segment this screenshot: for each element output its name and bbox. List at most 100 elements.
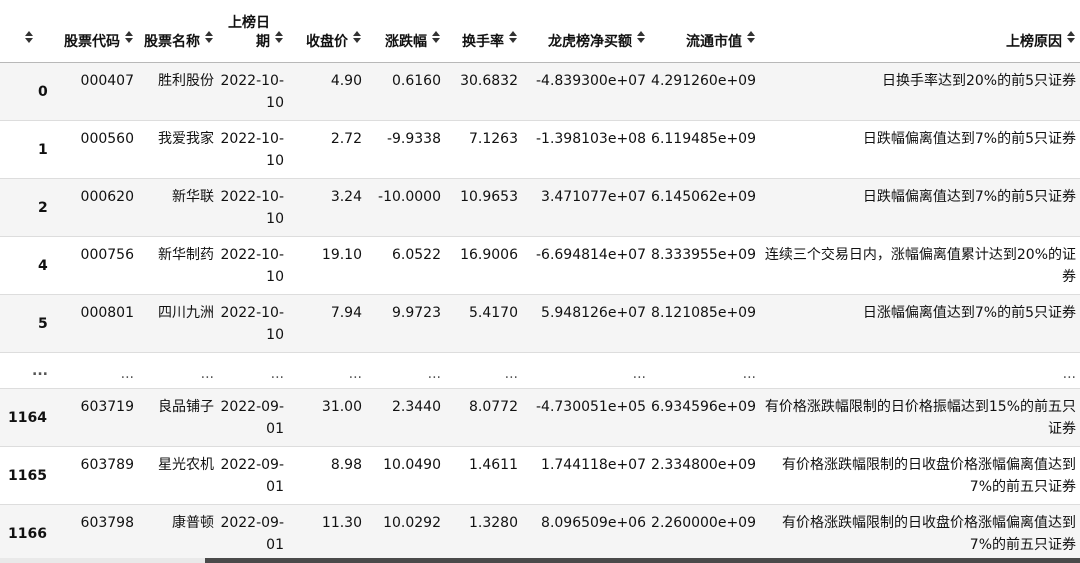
cell-code: 000801 (80, 305, 134, 321)
sort-updown-icon[interactable] (24, 30, 34, 44)
cell-reason: 日涨幅偏离值达到7%的前5只证券 (862, 305, 1076, 321)
column-header-reason[interactable]: 上榜原因 (760, 0, 1080, 63)
cell-net_buy: 5.948126e+07 (541, 305, 646, 321)
ellipsis-cell: ... (632, 366, 646, 382)
table-body: 0 000407 胜利股份 2022-10-10 4.90 0.6160 30.6832 -4… (0, 62, 1080, 563)
cell-close: 11.30 (321, 515, 362, 531)
ellipsis-cell: ... (270, 366, 284, 382)
column-header-label: 上榜原因 (1006, 34, 1062, 50)
cell-name: 良品铺子 (158, 399, 214, 415)
cell-turnover: 10.9653 (460, 189, 518, 205)
ellipsis-cell: ... (504, 366, 518, 382)
ellipsis-row: .............................. (0, 352, 1080, 389)
column-header-label: 换手率 (462, 34, 504, 50)
sort-updown-icon[interactable] (204, 30, 214, 44)
cell-turnover: 1.3280 (469, 515, 518, 531)
column-header-close[interactable]: 收盘价 (288, 0, 366, 63)
cell-turnover: 8.0772 (469, 399, 518, 415)
column-header-name[interactable]: 股票名称 (138, 0, 218, 63)
cell-turnover: 30.6832 (460, 73, 518, 89)
row-index: 5 (38, 315, 48, 332)
cell-date: 2022-09-01 (220, 515, 284, 553)
column-header-net_buy[interactable]: 龙虎榜净买额 (522, 0, 650, 63)
column-header-change[interactable]: 涨跌幅 (366, 0, 445, 63)
table-row[interactable]: 1 000560 我爱我家 2022-10-10 2.72 -9.9338 7.1263 -1… (0, 121, 1080, 179)
cell-change: -10.0000 (378, 189, 441, 205)
cell-date: 2022-10-10 (220, 131, 284, 169)
cell-turnover: 7.1263 (469, 131, 518, 147)
ellipsis-cell: ... (742, 366, 756, 382)
column-header-turnover[interactable]: 换手率 (445, 0, 522, 63)
sort-updown-icon[interactable] (1066, 30, 1076, 44)
cell-turnover: 5.4170 (469, 305, 518, 321)
cell-close: 19.10 (321, 247, 362, 263)
cell-net_buy: -6.694814e+07 (535, 247, 646, 263)
cell-net_buy: -1.398103e+08 (535, 131, 646, 147)
cell-net_buy: -4.839300e+07 (535, 73, 646, 89)
table-row[interactable]: 1165 603789 星光农机 2022-09-01 8.98 10.0490 1.461… (0, 447, 1080, 505)
cell-close: 2.72 (330, 131, 362, 147)
column-header-float_cap[interactable]: 流通市值 (650, 0, 760, 63)
cell-name: 胜利股份 (158, 73, 214, 89)
table-row[interactable]: 1164 603719 良品铺子 2022-09-01 31.00 2.3440 8.077… (0, 388, 1080, 447)
cell-reason: 有价格涨跌幅限制的日价格振幅达到15%的前五只证券 (764, 399, 1076, 437)
column-header-date[interactable]: 上榜日期 (218, 0, 288, 63)
cell-name: 星光农机 (158, 457, 214, 473)
cell-code: 603719 (80, 399, 134, 415)
sort-updown-icon[interactable] (508, 30, 518, 44)
table-row[interactable]: 1166 603798 康普顿 2022-09-01 11.30 10.0292 1.328… (0, 504, 1080, 563)
cell-code: 603789 (80, 457, 134, 473)
cell-close: 8.98 (330, 457, 362, 473)
row-index: 1164 (8, 409, 47, 426)
cell-code: 000620 (80, 189, 134, 205)
cell-date: 2022-09-01 (220, 457, 284, 495)
cell-float_cap: 8.121085e+09 (651, 305, 756, 321)
sort-updown-icon[interactable] (431, 30, 441, 44)
cell-close: 7.94 (330, 305, 362, 321)
table-row[interactable]: 0 000407 胜利股份 2022-10-10 4.90 0.6160 30.6832 -4… (0, 62, 1080, 121)
cell-net_buy: -4.730051e+05 (535, 399, 646, 415)
table-row[interactable]: 2 000620 新华联 2022-10-10 3.24 -10.0000 10.9653 3… (0, 178, 1080, 237)
cell-change: 10.0490 (383, 457, 441, 473)
sort-updown-icon[interactable] (746, 30, 756, 44)
column-header-label: 股票名称 (144, 34, 200, 50)
row-index: 0 (38, 83, 48, 100)
cell-name: 我爱我家 (158, 131, 214, 147)
horizontal-scrollbar[interactable] (0, 558, 1080, 563)
column-header-label: 股票代码 (64, 34, 120, 50)
cell-net_buy: 1.744118e+07 (541, 457, 646, 473)
ellipsis-cell: ... (120, 366, 134, 382)
cell-date: 2022-10-10 (220, 247, 284, 285)
cell-code: 000756 (80, 247, 134, 263)
column-header-label: 涨跌幅 (385, 34, 427, 50)
sort-updown-icon[interactable] (124, 30, 134, 44)
cell-name: 四川九洲 (158, 305, 214, 321)
cell-date: 2022-10-10 (220, 305, 284, 343)
cell-close: 4.90 (330, 73, 362, 89)
cell-name: 新华联 (172, 189, 214, 205)
cell-date: 2022-09-01 (220, 399, 284, 437)
sort-updown-icon[interactable] (636, 30, 646, 44)
cell-net_buy: 8.096509e+06 (541, 515, 646, 531)
cell-name: 康普顿 (172, 515, 214, 531)
sort-updown-icon[interactable] (274, 30, 284, 44)
column-header-code[interactable]: 股票代码 (58, 0, 138, 63)
dataframe-table: 股票代码 股票名称 上榜日期收盘价 涨跌幅 换手率 龙虎榜净买额 流通市值 上榜原因 0 000… (0, 0, 1080, 563)
column-header-label: 上榜日期 (228, 15, 270, 50)
table-row[interactable]: 5 000801 四川九洲 2022-10-10 7.94 9.9723 5.4170 5.9… (0, 294, 1080, 353)
cell-change: -9.9338 (386, 131, 441, 147)
cell-change: 10.0292 (383, 515, 441, 531)
sort-updown-icon[interactable] (352, 30, 362, 44)
scrollbar-thumb[interactable] (205, 558, 1080, 563)
cell-float_cap: 6.934596e+09 (651, 399, 756, 415)
column-header-label: 收盘价 (306, 34, 348, 50)
ellipsis-cell: ... (427, 366, 441, 382)
cell-change: 0.6160 (392, 73, 441, 89)
cell-close: 3.24 (330, 189, 362, 205)
cell-code: 000560 (80, 131, 134, 147)
cell-net_buy: 3.471077e+07 (541, 189, 646, 205)
column-header-idx[interactable] (0, 0, 58, 63)
table-row[interactable]: 4 000756 新华制药 2022-10-10 19.10 6.0522 16.9006 -… (0, 237, 1080, 295)
cell-name: 新华制药 (158, 247, 214, 263)
cell-date: 2022-10-10 (220, 73, 284, 111)
